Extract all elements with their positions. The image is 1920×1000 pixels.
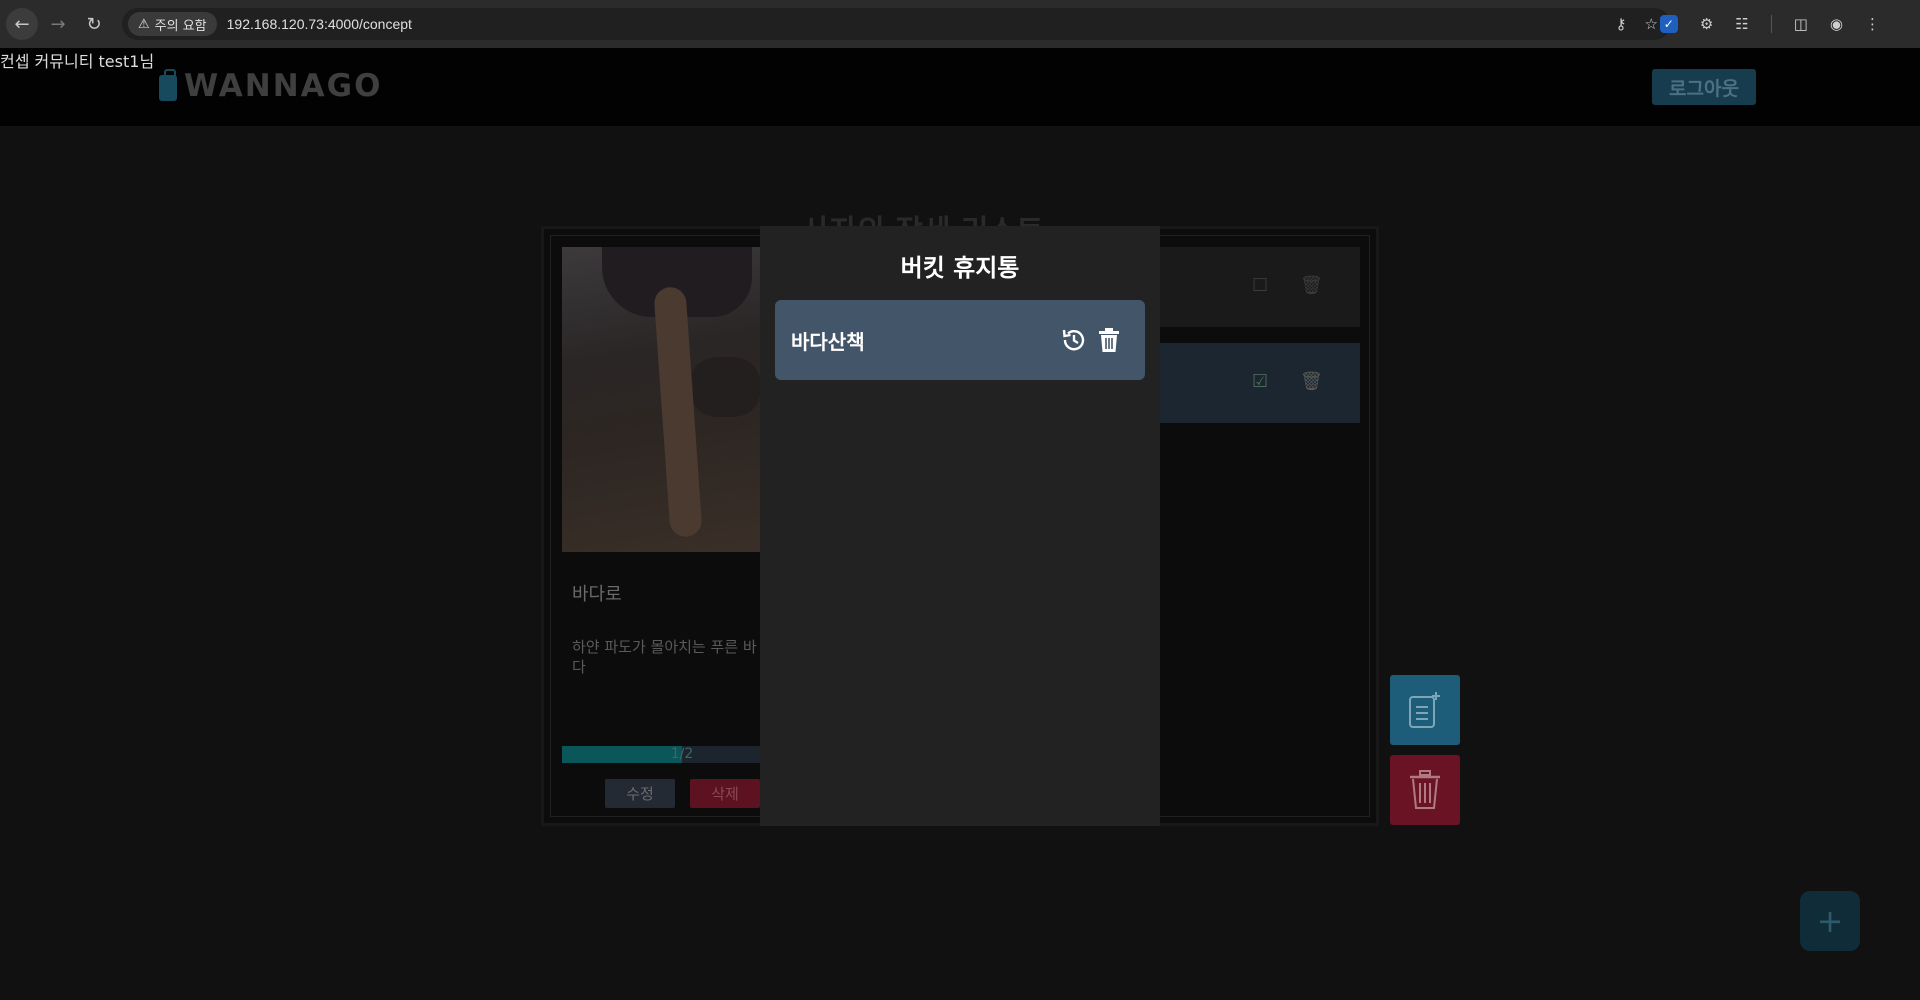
star-icon[interactable]: ☆ bbox=[1645, 15, 1658, 33]
restore-history-icon bbox=[1062, 329, 1085, 351]
plus-icon: + bbox=[1816, 902, 1844, 940]
progress-bar: 1/2 bbox=[562, 746, 762, 763]
add-bucket-button[interactable]: + bbox=[1800, 891, 1860, 951]
key-icon[interactable]: ⚷ bbox=[1616, 15, 1627, 33]
url-text: 192.168.120.73:4000/concept bbox=[226, 16, 412, 32]
trash-item-label: 바다산책 bbox=[791, 330, 865, 354]
reload-icon[interactable]: ↻ bbox=[78, 8, 110, 40]
forward-icon[interactable]: → bbox=[42, 8, 74, 40]
warning-icon: ⚠ bbox=[138, 16, 150, 32]
nav-community[interactable]: 커뮤니티 bbox=[35, 52, 94, 71]
bucket-row[interactable]: ☑ 🗑 bbox=[1158, 343, 1360, 423]
bucket-row[interactable]: ☐ 🗑 bbox=[1158, 247, 1360, 327]
extension-check-icon[interactable]: ✓ bbox=[1659, 15, 1678, 33]
address-bar[interactable]: ⚠ 주의 요함 192.168.120.73:4000/concept ⚷ ☆ bbox=[122, 8, 1670, 40]
trash-bin-icon bbox=[1410, 770, 1440, 809]
logout-button[interactable]: 로그아웃 bbox=[1652, 69, 1756, 105]
trash-item[interactable]: 바다산책 bbox=[775, 300, 1145, 380]
security-chip[interactable]: ⚠ 주의 요함 bbox=[128, 12, 217, 36]
suitcase-icon bbox=[158, 69, 178, 103]
add-list-icon bbox=[1409, 692, 1440, 728]
toolbar-divider bbox=[1770, 15, 1772, 33]
restore-button[interactable] bbox=[1061, 327, 1087, 353]
nav-concept[interactable]: 컨셉 bbox=[0, 52, 29, 71]
profile-icon[interactable]: ◉ bbox=[1830, 15, 1843, 33]
modal-title: 버킷 휴지통 bbox=[900, 254, 1020, 282]
delete-button[interactable]: 삭제 bbox=[690, 779, 760, 808]
trash-modal: 버킷 휴지통 바다산책 bbox=[760, 226, 1160, 826]
edit-button[interactable]: 수정 bbox=[605, 779, 675, 808]
check-square-icon[interactable]: ☐ bbox=[1252, 275, 1268, 296]
card-image bbox=[562, 247, 762, 552]
trash-icon[interactable]: 🗑 bbox=[1300, 371, 1323, 392]
browser-toolbar: ← → ↻ ⚠ 주의 요함 192.168.120.73:4000/concep… bbox=[0, 0, 1920, 48]
logo[interactable]: WANNAGO bbox=[158, 68, 382, 104]
menu-icon[interactable]: ⋮ bbox=[1865, 15, 1880, 33]
permanent-delete-button[interactable] bbox=[1097, 327, 1123, 353]
card-title: 바다로 bbox=[572, 584, 622, 605]
checked-square-icon[interactable]: ☑ bbox=[1252, 371, 1268, 392]
back-icon[interactable]: ← bbox=[6, 8, 38, 40]
add-list-button[interactable] bbox=[1390, 675, 1460, 745]
extension-icon[interactable]: ⚙ bbox=[1700, 15, 1713, 33]
security-label: 주의 요함 bbox=[154, 18, 207, 34]
nav-user[interactable]: test1님 bbox=[99, 52, 155, 71]
trash-icon[interactable]: 🗑 bbox=[1300, 275, 1323, 296]
site-header: WANNAGO 컨셉 커뮤니티 test1님 로그아웃 bbox=[0, 48, 1920, 126]
logo-text: WANNAGO bbox=[184, 68, 383, 104]
card-description: 하얀 파도가 몰아치는 푸른 바다 bbox=[572, 638, 757, 676]
trash-icon bbox=[1099, 328, 1119, 352]
trash-bin-button[interactable] bbox=[1390, 755, 1460, 825]
side-panel-icon[interactable]: ◫ bbox=[1794, 15, 1808, 33]
puzzle-icon[interactable]: ☷ bbox=[1735, 15, 1748, 33]
